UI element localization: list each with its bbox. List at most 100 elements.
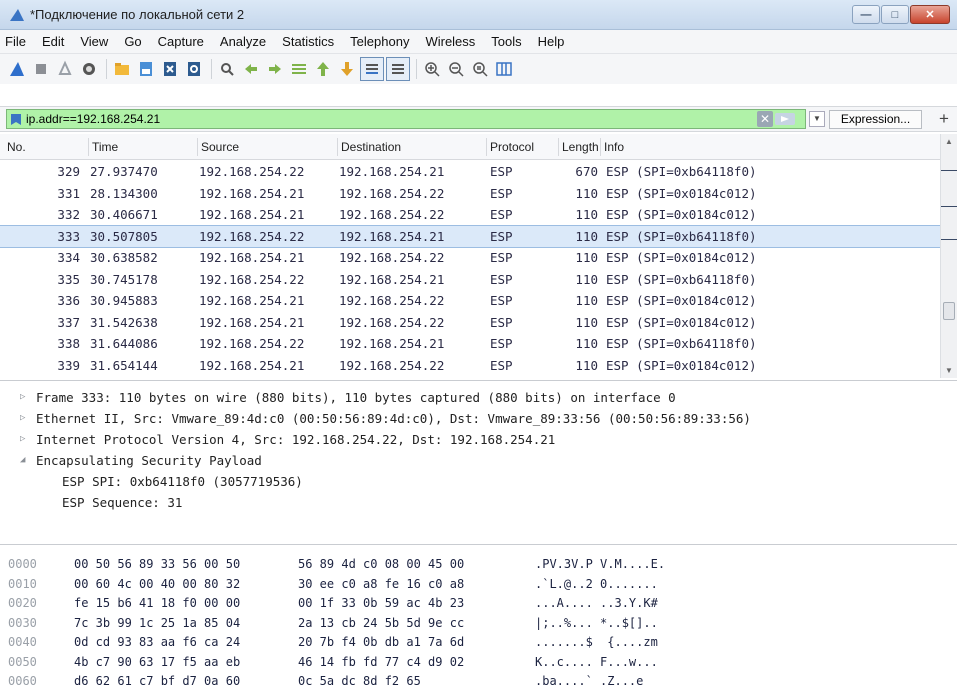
open-folder-icon[interactable]: [111, 58, 133, 80]
packet-row[interactable]: 333 30.507805 192.168.254.22 192.168.254.21…: [0, 224, 941, 248]
scroll-down-arrow-icon[interactable]: ▼: [945, 366, 953, 375]
go-back-icon[interactable]: [240, 58, 262, 80]
minimize-button[interactable]: —: [852, 5, 880, 24]
menu-analyze[interactable]: Analyze: [212, 34, 274, 49]
packet-row[interactable]: 331 28.134300 192.168.254.21 192.168.254.22…: [0, 183, 940, 205]
scrollbar-thumb[interactable]: [943, 302, 955, 320]
go-last-icon[interactable]: [336, 58, 358, 80]
restart-icon[interactable]: [54, 58, 76, 80]
reload-file-icon[interactable]: [183, 58, 205, 80]
cell-no: 329: [57, 164, 80, 179]
filter-history-dropdown-icon[interactable]: ▼: [809, 111, 825, 127]
column-header-length[interactable]: Length: [558, 138, 602, 156]
packet-row[interactable]: 332 30.406671 192.168.254.21 192.168.254.22…: [0, 204, 940, 226]
packet-list-scrollbar[interactable]: ▲ ▼: [940, 134, 957, 378]
menu-edit[interactable]: Edit: [34, 34, 72, 49]
cell-protocol: ESP: [490, 293, 513, 308]
go-to-packet-icon[interactable]: [288, 58, 310, 80]
menu-help[interactable]: Help: [530, 34, 573, 49]
menu-tools[interactable]: Tools: [483, 34, 529, 49]
packet-rows: 329 27.937470 192.168.254.22 192.168.254.21…: [0, 161, 941, 377]
hex-bytes-left: 00 50 56 89 33 56 00 50: [74, 557, 241, 571]
menu-view[interactable]: View: [72, 34, 116, 49]
packet-list-header: No. Time Source Destination Protocol Len…: [0, 134, 940, 160]
menu-telephony[interactable]: Telephony: [342, 34, 417, 49]
cell-info: ESP (SPI=0x0184c012): [606, 314, 757, 330]
clear-filter-icon[interactable]: ✕: [757, 111, 773, 127]
hex-offset: 0000: [8, 557, 37, 571]
menu-capture[interactable]: Capture: [150, 34, 212, 49]
cell-info: ESP (SPI=0x0184c012): [606, 357, 757, 373]
colorize-icon[interactable]: [386, 57, 410, 81]
column-header-protocol[interactable]: Protocol: [486, 138, 534, 156]
hex-bytes-left: 00 60 4c 00 40 00 80 32: [74, 576, 241, 591]
packet-row[interactable]: 339 31.654144 192.168.254.21 192.168.254.22…: [0, 355, 940, 377]
column-header-info[interactable]: Info: [600, 138, 624, 156]
hex-bytes-left: 4b c7 90 63 17 f5 aa eb: [74, 654, 241, 669]
packet-row[interactable]: 335 30.745178 192.168.254.22 192.168.254.21…: [0, 269, 940, 291]
menu-statistics[interactable]: Statistics: [274, 34, 342, 49]
go-forward-icon[interactable]: [264, 58, 286, 80]
cell-destination: 192.168.254.22: [339, 250, 445, 265]
menu-wireless[interactable]: Wireless: [417, 34, 483, 49]
cell-info: ESP (SPI=0x0184c012): [606, 207, 757, 222]
maximize-button[interactable]: □: [881, 5, 909, 24]
resize-columns-icon[interactable]: [493, 58, 515, 80]
autoscroll-icon[interactable]: [360, 57, 384, 81]
collapse-triangle-icon[interactable]: ◢: [20, 455, 25, 465]
close-button[interactable]: ✕: [910, 5, 950, 24]
cell-time: 30.638582: [90, 250, 158, 265]
stop-square-icon[interactable]: [30, 58, 52, 80]
cell-source: 192.168.254.21: [199, 357, 305, 373]
hex-bytes-right: 30 ee c0 a8 fe 16 c0 a8: [298, 576, 465, 591]
cell-protocol: ESP: [490, 271, 513, 287]
column-header-source[interactable]: Source: [197, 138, 239, 156]
column-header-time[interactable]: Time: [88, 138, 118, 156]
minimap-mark: [941, 170, 957, 171]
zoom-in-icon[interactable]: [421, 58, 443, 80]
packet-row[interactable]: 337 31.542638 192.168.254.21 192.168.254.22…: [0, 312, 940, 334]
save-file-icon[interactable]: [135, 58, 157, 80]
menu-file[interactable]: File: [0, 34, 34, 49]
cell-destination: 192.168.254.21: [339, 228, 445, 244]
column-header-destination[interactable]: Destination: [337, 138, 401, 156]
packet-row[interactable]: 329 27.937470 192.168.254.22 192.168.254.21…: [0, 161, 940, 183]
menu-go[interactable]: Go: [116, 34, 149, 49]
cell-time: 30.507805: [90, 228, 158, 244]
packet-row[interactable]: 336 30.945883 192.168.254.21 192.168.254.22…: [0, 290, 940, 312]
options-gear-icon[interactable]: [78, 58, 100, 80]
cell-protocol: ESP: [490, 250, 513, 265]
scroll-up-arrow-icon[interactable]: ▲: [945, 137, 953, 146]
apply-filter-arrow-icon[interactable]: [775, 113, 795, 125]
packet-row[interactable]: 334 30.638582 192.168.254.21 192.168.254.22…: [0, 247, 940, 269]
zoom-normal-icon[interactable]: [469, 58, 491, 80]
expand-triangle-icon[interactable]: ▷: [20, 392, 25, 402]
detail-tree-label: ESP Sequence: 31: [62, 495, 183, 510]
cell-time: 30.406671: [90, 207, 158, 222]
packet-row[interactable]: 338 31.644086 192.168.254.22 192.168.254.21…: [0, 333, 940, 355]
hex-ascii: |;..%... *..$[]..: [535, 615, 658, 630]
close-file-icon[interactable]: [159, 58, 181, 80]
find-packet-icon[interactable]: [216, 58, 238, 80]
add-filter-button[interactable]: +: [939, 109, 949, 129]
hex-bytes-right: 20 7b f4 0b db a1 7a 6d: [298, 635, 465, 649]
hex-offset: 0060: [8, 674, 37, 688]
zoom-out-icon[interactable]: [445, 58, 467, 80]
cell-protocol: ESP: [490, 228, 513, 244]
expression-button[interactable]: Expression...: [829, 110, 922, 129]
title-bar: *Подключение по локальной сети 2 — □ ✕: [0, 0, 957, 30]
cell-destination: 192.168.254.22: [339, 357, 445, 373]
bookmark-icon[interactable]: [10, 113, 22, 126]
expand-triangle-icon[interactable]: ▷: [20, 434, 25, 444]
shark-fin-start-icon[interactable]: [6, 58, 28, 80]
display-filter-input[interactable]: ip.addr==192.168.254.21 ✕: [6, 109, 806, 129]
cell-no: 336: [57, 293, 80, 308]
cell-info: ESP (SPI=0xb64118f0): [606, 164, 757, 179]
cell-no: 339: [57, 357, 80, 373]
go-first-icon[interactable]: [312, 58, 334, 80]
expand-triangle-icon[interactable]: ▷: [20, 413, 25, 423]
cell-info: ESP (SPI=0x0184c012): [606, 293, 757, 308]
cell-protocol: ESP: [490, 357, 513, 373]
column-header-no[interactable]: No.: [4, 138, 26, 156]
cell-protocol: ESP: [490, 314, 513, 330]
